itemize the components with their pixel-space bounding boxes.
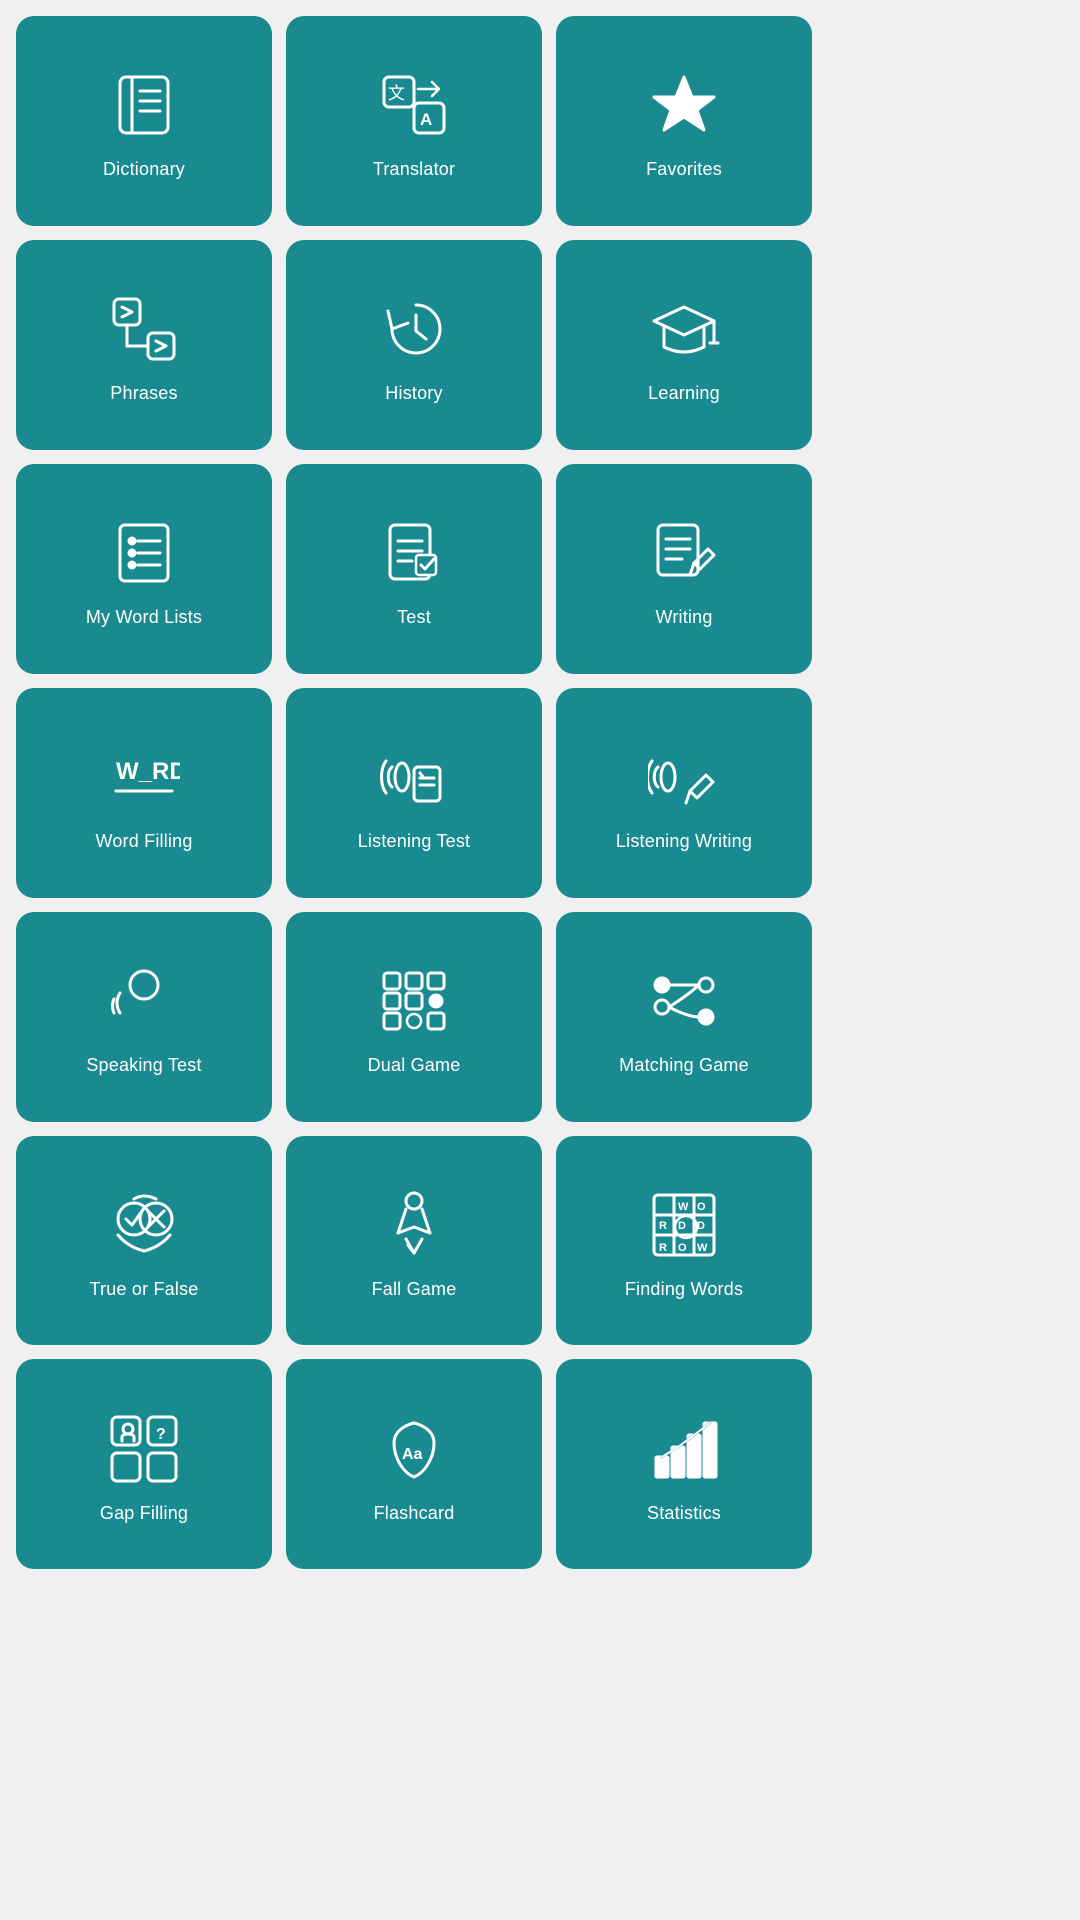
test-label: Test — [397, 607, 431, 628]
translator-label: Translator — [373, 159, 455, 180]
card-favorites[interactable]: Favorites — [556, 16, 812, 226]
learning-icon — [644, 289, 724, 369]
flashcard-label: Flashcard — [374, 1503, 455, 1524]
finding-words-label: Finding Words — [625, 1279, 743, 1300]
card-true-or-false[interactable]: True or False — [16, 1136, 272, 1346]
card-statistics[interactable]: Statistics — [556, 1359, 812, 1569]
svg-text:A: A — [420, 110, 432, 129]
phrases-icon — [104, 289, 184, 369]
card-fall-game[interactable]: Fall Game — [286, 1136, 542, 1346]
svg-text:D: D — [678, 1220, 686, 1232]
svg-text:W: W — [697, 1242, 708, 1254]
card-learning[interactable]: Learning — [556, 240, 812, 450]
card-listening-test[interactable]: Listening Test — [286, 688, 542, 898]
history-icon — [374, 289, 454, 369]
card-gap-filling[interactable]: ? Gap Filling — [16, 1359, 272, 1569]
matching-game-label: Matching Game — [619, 1055, 749, 1076]
history-label: History — [385, 383, 442, 404]
card-dual-game[interactable]: Dual Game — [286, 912, 542, 1122]
test-icon — [374, 513, 454, 593]
speaking-test-icon — [104, 961, 184, 1041]
svg-text:?: ? — [156, 1426, 166, 1443]
card-my-word-lists[interactable]: My Word Lists — [16, 464, 272, 674]
listening-test-label: Listening Test — [358, 831, 471, 852]
card-test[interactable]: Test — [286, 464, 542, 674]
card-word-filling[interactable]: W_RD Word Filling — [16, 688, 272, 898]
card-flashcard[interactable]: Aa Flashcard — [286, 1359, 542, 1569]
dictionary-label: Dictionary — [103, 159, 185, 180]
svg-text:O: O — [678, 1242, 687, 1254]
card-finding-words[interactable]: W O R D D R O W Finding Words — [556, 1136, 812, 1346]
card-history[interactable]: History — [286, 240, 542, 450]
svg-text:W: W — [678, 1201, 689, 1213]
finding-words-icon: W O R D D R O W — [644, 1185, 724, 1265]
favorites-icon — [644, 65, 724, 145]
svg-text:R: R — [659, 1220, 667, 1232]
card-speaking-test[interactable]: Speaking Test — [16, 912, 272, 1122]
listening-writing-label: Listening Writing — [616, 831, 752, 852]
favorites-label: Favorites — [646, 159, 722, 180]
app-grid: Dictionary 文 A Translator Favorites Phra… — [0, 0, 828, 1585]
svg-text:W_RD: W_RD — [116, 758, 180, 785]
my-word-lists-icon — [104, 513, 184, 593]
true-or-false-icon — [104, 1185, 184, 1265]
my-word-lists-label: My Word Lists — [86, 607, 202, 628]
word-filling-icon: W_RD — [104, 737, 184, 817]
dictionary-icon — [104, 65, 184, 145]
translator-icon: 文 A — [374, 65, 454, 145]
card-writing[interactable]: Writing — [556, 464, 812, 674]
writing-icon — [644, 513, 724, 593]
svg-text:R: R — [659, 1242, 667, 1254]
fall-game-label: Fall Game — [372, 1279, 457, 1300]
listening-writing-icon — [644, 737, 724, 817]
writing-label: Writing — [655, 607, 712, 628]
dual-game-icon — [374, 961, 454, 1041]
speaking-test-label: Speaking Test — [86, 1055, 201, 1076]
learning-label: Learning — [648, 383, 720, 404]
dual-game-label: Dual Game — [368, 1055, 461, 1076]
word-filling-label: Word Filling — [95, 831, 192, 852]
statistics-label: Statistics — [647, 1503, 721, 1524]
gap-filling-icon: ? — [104, 1409, 184, 1489]
card-phrases[interactable]: Phrases — [16, 240, 272, 450]
fall-game-icon — [374, 1185, 454, 1265]
statistics-icon — [644, 1409, 724, 1489]
svg-text:Aa: Aa — [402, 1446, 423, 1463]
svg-text:文: 文 — [388, 84, 405, 103]
card-matching-game[interactable]: Matching Game — [556, 912, 812, 1122]
listening-test-icon — [374, 737, 454, 817]
phrases-label: Phrases — [110, 383, 177, 404]
gap-filling-label: Gap Filling — [100, 1503, 188, 1524]
flashcard-icon: Aa — [374, 1409, 454, 1489]
matching-game-icon — [644, 961, 724, 1041]
true-or-false-label: True or False — [90, 1279, 199, 1300]
card-dictionary[interactable]: Dictionary — [16, 16, 272, 226]
card-listening-writing[interactable]: Listening Writing — [556, 688, 812, 898]
card-translator[interactable]: 文 A Translator — [286, 16, 542, 226]
svg-text:O: O — [697, 1201, 706, 1213]
